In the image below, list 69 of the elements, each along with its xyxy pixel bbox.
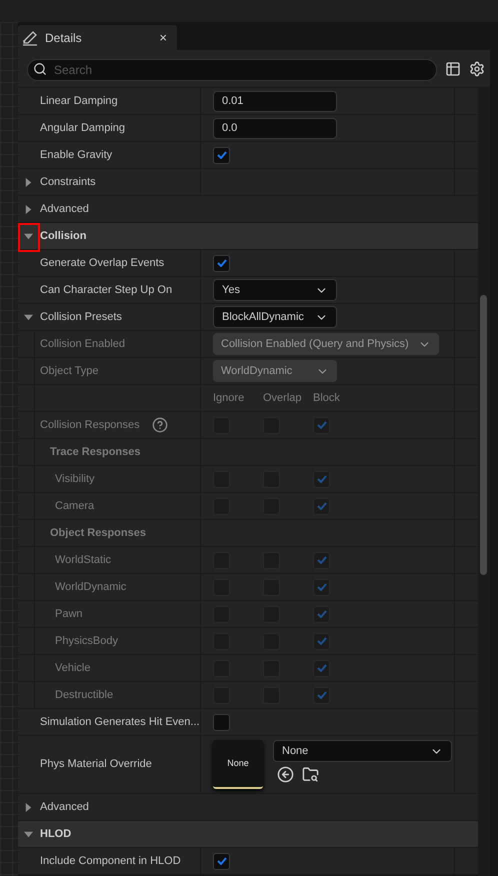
search-field[interactable]: Search xyxy=(27,58,437,80)
scrollbar-thumb[interactable] xyxy=(480,295,487,575)
property-label: Visibility xyxy=(55,472,95,487)
column-label: Overlap xyxy=(263,390,303,406)
property-label: Enable Gravity xyxy=(40,148,112,163)
collapse-arrow-icon[interactable] xyxy=(24,312,33,322)
asset-thumbnail[interactable]: None xyxy=(213,740,263,789)
close-button[interactable]: × xyxy=(159,28,173,48)
property-label: Object Type xyxy=(40,364,98,379)
property-label: Phys Material Override xyxy=(40,757,152,772)
checkbox[interactable] xyxy=(213,852,230,870)
check-icon xyxy=(316,664,326,672)
use-selected-icon[interactable] xyxy=(277,766,294,783)
property-label: Camera xyxy=(55,498,94,514)
check-icon xyxy=(216,259,226,267)
section-title[interactable]: Advanced xyxy=(40,798,89,816)
settings-icon[interactable] xyxy=(469,60,485,76)
tab-title: Details xyxy=(45,30,83,46)
column-label: Ignore xyxy=(213,390,246,406)
check-icon xyxy=(316,421,326,429)
dropdown[interactable]: None xyxy=(273,740,452,762)
expand-arrow-icon[interactable] xyxy=(24,178,33,186)
property-label: Simulation Generates Hit Even... xyxy=(40,714,200,730)
expand-arrow-icon[interactable] xyxy=(24,204,33,214)
check-icon xyxy=(316,691,326,699)
property-label: Angular Damping xyxy=(40,120,125,136)
property-label: WorldStatic xyxy=(55,552,112,568)
collapse-arrow-icon[interactable] xyxy=(24,232,33,240)
dropdown[interactable]: Yes xyxy=(213,279,337,301)
category-title[interactable]: Collision xyxy=(40,228,86,244)
check-icon xyxy=(216,857,226,865)
check-icon xyxy=(316,475,326,483)
property-label: Collision Responses xyxy=(40,418,140,433)
category-title[interactable]: HLOD xyxy=(40,826,72,842)
checkbox[interactable] xyxy=(213,146,230,164)
number-field[interactable]: 0.0 xyxy=(213,118,337,138)
search-icon xyxy=(33,62,47,76)
property-label: Can Character Step Up On xyxy=(40,282,172,298)
number-field[interactable]: 0.01 xyxy=(213,90,337,112)
property-label: WorldDynamic xyxy=(55,580,126,595)
property-label: Destructible xyxy=(55,688,114,703)
group-heading: Object Responses xyxy=(50,526,146,541)
collapse-arrow-icon[interactable] xyxy=(24,830,33,838)
checkbox[interactable] xyxy=(213,714,230,730)
check-icon xyxy=(316,583,326,591)
property-label: Vehicle xyxy=(55,660,90,676)
details-tab[interactable]: Details × xyxy=(18,25,177,50)
dropdown[interactable]: BlockAllDynamic xyxy=(213,306,337,328)
property-label: Include Component in HLOD xyxy=(40,854,181,869)
check-icon xyxy=(316,502,326,510)
browse-icon[interactable] xyxy=(302,766,319,783)
property-label[interactable]: Collision Presets xyxy=(40,308,122,326)
pencil-icon xyxy=(22,30,38,46)
property-label[interactable]: Constraints xyxy=(40,174,96,190)
checkbox[interactable] xyxy=(213,254,230,272)
check-icon xyxy=(216,151,226,159)
check-icon xyxy=(316,556,326,564)
property-label: Linear Damping xyxy=(40,94,118,109)
expand-arrow-icon[interactable] xyxy=(24,802,33,812)
section-title[interactable]: Advanced xyxy=(40,200,89,218)
property-label: Generate Overlap Events xyxy=(40,256,164,271)
property-label: PhysicsBody xyxy=(55,634,118,649)
check-icon xyxy=(316,637,326,645)
group-heading: Trace Responses xyxy=(50,444,140,460)
table-icon[interactable] xyxy=(445,60,461,76)
property-label: Collision Enabled xyxy=(40,336,125,352)
column-label: Block xyxy=(313,390,341,406)
property-label: Pawn xyxy=(55,606,83,622)
check-icon xyxy=(316,610,326,618)
